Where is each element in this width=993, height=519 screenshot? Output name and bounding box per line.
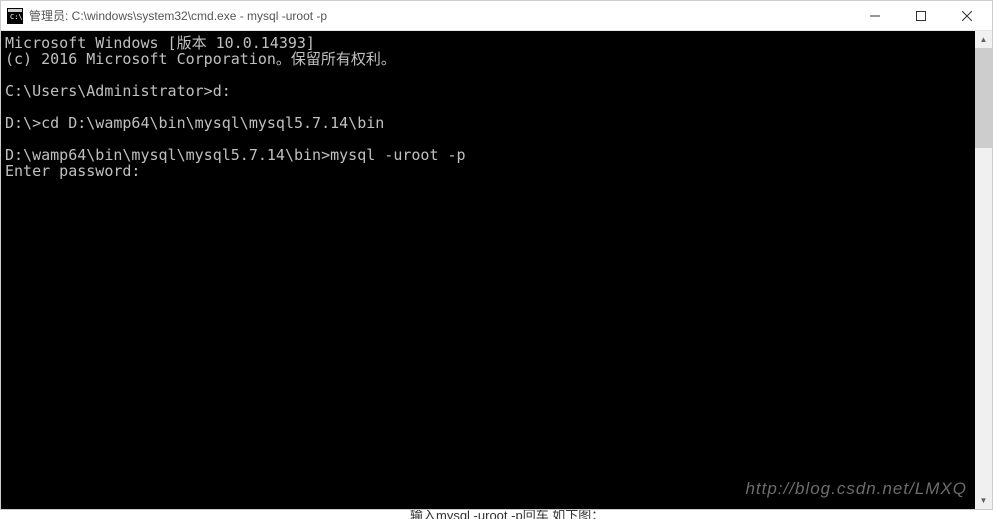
svg-text:C:\: C:\ <box>10 13 23 21</box>
maximize-button[interactable] <box>898 1 944 31</box>
scroll-down-button[interactable]: ▼ <box>975 492 992 509</box>
titlebar[interactable]: C:\ 管理员: C:\windows\system32\cmd.exe - m… <box>1 1 992 31</box>
minimize-button[interactable] <box>852 1 898 31</box>
vertical-scrollbar[interactable]: ▲ ▼ <box>975 31 992 509</box>
watermark-text: http://blog.csdn.net/LMXQ <box>745 479 967 499</box>
scroll-thumb[interactable] <box>975 48 992 148</box>
terminal-area[interactable]: Microsoft Windows [版本 10.0.14393] (c) 20… <box>1 31 992 509</box>
cmd-window: C:\ 管理员: C:\windows\system32\cmd.exe - m… <box>0 0 993 510</box>
close-button[interactable] <box>944 1 990 31</box>
window-title: 管理员: C:\windows\system32\cmd.exe - mysql… <box>29 7 852 24</box>
scroll-up-button[interactable]: ▲ <box>975 31 992 48</box>
page-background-fragment: 输入mysql -uroot -p回车 如下图： <box>0 510 993 519</box>
cmd-icon: C:\ <box>7 8 23 24</box>
window-controls <box>852 1 990 30</box>
terminal-output: Microsoft Windows [版本 10.0.14393] (c) 20… <box>1 31 992 183</box>
footer-fragment-text: 输入mysql -uroot -p回车 如下图： <box>410 510 604 519</box>
